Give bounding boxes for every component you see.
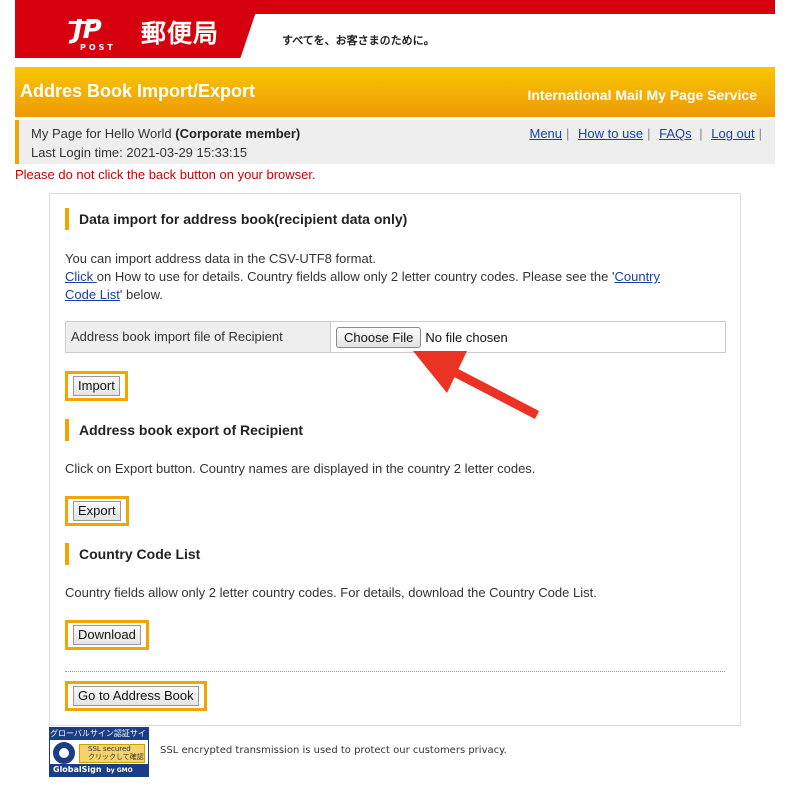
- japan-post-logo[interactable]: JP POST 郵便局: [15, 0, 260, 58]
- section-divider: [65, 671, 725, 672]
- top-nav: Menu | How to use | FAQs | Log out |: [529, 126, 767, 141]
- logo-text: 郵便局: [141, 19, 220, 48]
- nav-faqs-link[interactable]: FAQs: [659, 126, 692, 141]
- nav-menu-link[interactable]: Menu: [529, 126, 562, 141]
- import-file-row: Address book import file of Recipient Ch…: [65, 321, 726, 353]
- export-section-heading: Address book export of Recipient: [65, 419, 303, 441]
- import-button-label: Import: [73, 376, 120, 396]
- service-name: International Mail My Page Service: [527, 87, 757, 103]
- title-bar: Addres Book Import/Export International …: [15, 67, 775, 117]
- last-login-label: Last Login time:: [31, 145, 123, 160]
- logo-post-text: POST: [80, 43, 116, 52]
- import-line-2: on How to use for details. Country field…: [96, 269, 615, 284]
- import-file-label: Address book import file of Recipient: [66, 322, 331, 352]
- nav-how-to-use-link[interactable]: How to use: [578, 126, 643, 141]
- ssl-notice: SSL encrypted transmission is used to pr…: [160, 745, 507, 756]
- nav-separator: |: [758, 126, 762, 141]
- import-line-3: ' below.: [119, 287, 163, 302]
- export-button[interactable]: Export: [65, 496, 129, 526]
- nav-separator: |: [647, 126, 651, 141]
- import-line-1: You can import address data in the CSV-U…: [65, 251, 376, 266]
- import-section-heading: Data import for address book(recipient d…: [65, 208, 407, 230]
- last-login-value: 2021-03-29 15:33:15: [126, 145, 248, 160]
- back-button-warning: Please do not click the back button on y…: [15, 167, 316, 182]
- country-code-section-heading: Country Code List: [65, 543, 200, 565]
- nav-separator: |: [695, 126, 703, 141]
- globalsign-text: GlobalSign: [53, 765, 102, 774]
- nav-separator: |: [566, 126, 570, 141]
- ssl-secured-text: SSL secured: [88, 745, 131, 753]
- user-greeting: My Page for Hello World (Corporate membe…: [31, 126, 300, 141]
- nav-logout-link[interactable]: Log out: [711, 126, 754, 141]
- globalsign-seal-icon: [53, 742, 75, 764]
- ssl-badge-top: グローバルサイン認証サイト: [50, 728, 148, 740]
- svg-text:JP: JP: [68, 15, 102, 45]
- ssl-click-text: クリックして確認: [88, 753, 144, 761]
- jp-post-mark-icon: JP POST: [67, 12, 125, 52]
- export-description: Click on Export button. Country names ar…: [65, 461, 536, 476]
- export-button-label: Export: [73, 501, 121, 521]
- import-description: You can import address data in the CSV-U…: [65, 250, 735, 304]
- country-code-list-link-b[interactable]: Code List: [65, 287, 120, 302]
- download-button-label: Download: [73, 625, 141, 645]
- go-to-address-book-button[interactable]: Go to Address Book: [65, 681, 207, 711]
- member-type: (Corporate member): [175, 126, 301, 141]
- by-gmo-text: by GMO: [106, 767, 133, 774]
- no-file-chosen-text: No file chosen: [425, 329, 508, 345]
- last-login: Last Login time: 2021-03-29 15:33:15: [31, 145, 247, 160]
- country-code-list-link-a[interactable]: Country: [614, 269, 660, 284]
- download-button[interactable]: Download: [65, 620, 149, 650]
- go-to-address-book-label: Go to Address Book: [73, 686, 199, 706]
- page-title: Addres Book Import/Export: [20, 81, 256, 101]
- annotation-arrow-icon: [405, 345, 550, 425]
- country-code-description: Country fields allow only 2 letter count…: [65, 585, 597, 600]
- click-how-to-use-link[interactable]: Click: [65, 269, 97, 284]
- ssl-lock-icon: SSL secured クリックして確認: [79, 744, 145, 763]
- import-button[interactable]: Import: [65, 371, 128, 401]
- user-info-bar: My Page for Hello World (Corporate membe…: [15, 120, 775, 164]
- tagline: すべてを、お客さまのために。: [282, 34, 435, 47]
- main-panel: Data import for address book(recipient d…: [49, 193, 741, 726]
- page-for-text: My Page for Hello World: [31, 126, 172, 141]
- globalsign-ssl-badge[interactable]: グローバルサイン認証サイト SSL secured クリックして確認 Globa…: [49, 727, 149, 777]
- ssl-badge-bottom: GlobalSign by GMO: [50, 764, 148, 776]
